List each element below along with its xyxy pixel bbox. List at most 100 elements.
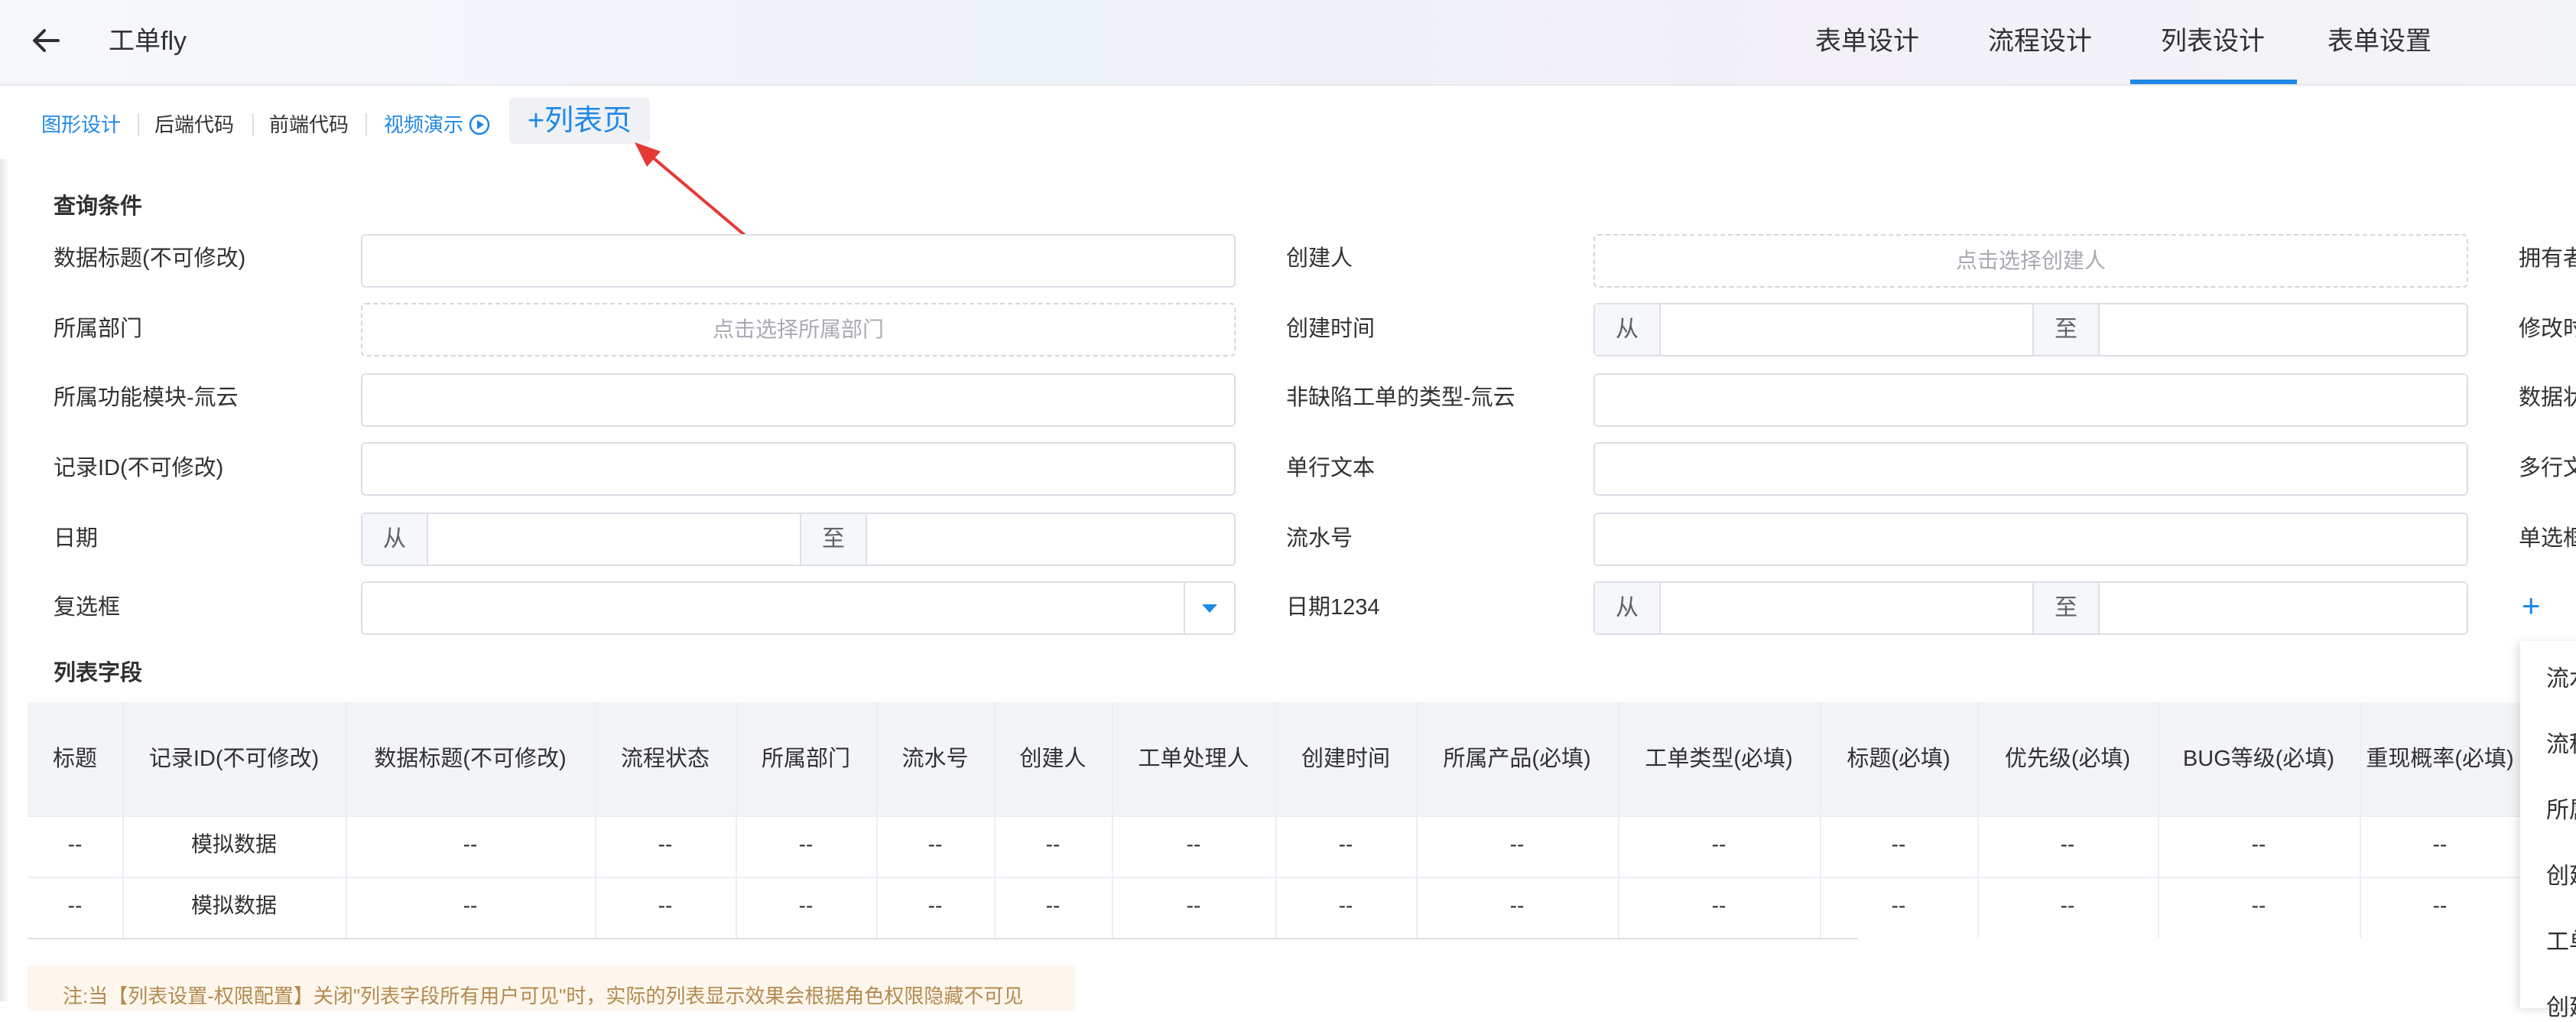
created-time-range[interactable]: 从 至	[1593, 303, 2468, 356]
column-header[interactable]: 标题(必填)	[1820, 702, 1977, 815]
serial-no-input[interactable]	[1593, 513, 2468, 566]
table-cell: --	[67, 832, 83, 856]
video-demo-link[interactable]: 视频演示	[384, 112, 463, 138]
table-cell: --	[2060, 893, 2075, 917]
toolbar-divider	[252, 113, 254, 136]
column-header[interactable]: 数据标题(不可修改)	[346, 702, 595, 815]
table-cell: --	[658, 832, 673, 856]
dropdown-item[interactable]: 工单处理人	[2546, 923, 2576, 956]
range-to-label: 至	[800, 514, 867, 565]
app-title: 工单fly	[109, 27, 187, 56]
table-cell: --	[463, 832, 478, 856]
checkbox-select[interactable]	[361, 581, 1236, 635]
table-cell: --	[463, 893, 478, 917]
dropdown-item[interactable]: 所属部门	[2546, 791, 2576, 825]
dropdown-item[interactable]: 创建时间	[2546, 988, 2576, 1022]
table-cell: --	[1711, 893, 1727, 917]
label-checkbox: 复选框	[54, 595, 121, 620]
label-creator: 创建人	[1286, 246, 1353, 271]
table-cell: --	[927, 832, 943, 856]
column-header[interactable]: 流水号	[876, 702, 994, 815]
column-header[interactable]: 工单类型(必填)	[1618, 702, 1820, 815]
table-cell: --	[1891, 893, 1906, 917]
date1234-range[interactable]: 从 至	[1593, 581, 2468, 635]
tab-flow-design[interactable]: 流程设计	[1988, 23, 2092, 60]
backend-code-link[interactable]: 后端代码	[154, 112, 234, 138]
column-header[interactable]: 创建时间	[1275, 702, 1416, 815]
column-header[interactable]: 创建人	[994, 702, 1112, 815]
column-header[interactable]: 标题	[28, 702, 122, 815]
play-circle-icon[interactable]	[468, 113, 491, 140]
column-header[interactable]: 所属部门	[736, 702, 876, 815]
module-input[interactable]	[361, 373, 1236, 427]
tab-form-settings[interactable]: 表单设置	[2327, 23, 2431, 60]
add-list-page-button[interactable]: +列表页	[509, 98, 650, 144]
dropdown-item[interactable]: 流水号	[2546, 659, 2576, 693]
label-created-time: 创建时间	[1286, 317, 1376, 341]
table-cell: --	[798, 832, 814, 856]
table-cell: --	[1509, 893, 1525, 917]
table-cell: --	[2060, 832, 2075, 856]
label-department: 所属部门	[54, 317, 143, 341]
table-cell: --	[2432, 832, 2448, 856]
column-header[interactable]: 记录ID(不可修改)	[122, 702, 346, 815]
select-divider	[1184, 583, 1185, 633]
label-single-text: 单行文本	[1286, 456, 1376, 480]
column-header[interactable]: BUG等级(必填)	[2158, 702, 2360, 815]
caret-down-icon[interactable]	[1199, 598, 1220, 622]
graphic-design-link[interactable]: 图形设计	[41, 112, 121, 138]
table-cell: 模拟数据	[190, 893, 277, 917]
single-text-input[interactable]	[1593, 442, 2468, 496]
dropdown-item[interactable]: 流程状态	[2546, 725, 2576, 759]
table-cell: --	[798, 893, 814, 917]
label-single-choice: 单选框	[2519, 526, 2576, 551]
column-header[interactable]: 流程状态	[595, 702, 736, 815]
column-header[interactable]: 工单处理人	[1112, 702, 1275, 815]
tab-form-design[interactable]: 表单设计	[1815, 23, 1919, 60]
table-cell: --	[2251, 832, 2266, 856]
label-multi-text: 多行文	[2519, 456, 2576, 480]
record-id-input[interactable]	[361, 442, 1236, 496]
table-cell: --	[1891, 832, 1906, 856]
date-range-input[interactable]: 从 至	[361, 513, 1236, 566]
non-defect-type-input[interactable]	[1593, 373, 2468, 427]
query-section-title: 查询条件	[54, 194, 143, 219]
table-cell: --	[1186, 832, 1201, 856]
table-cell: --	[1045, 893, 1061, 917]
column-header[interactable]: 重现概率(必填)	[2360, 702, 2520, 815]
label-data-status: 数据状	[2519, 386, 2576, 410]
table-cell: --	[2432, 893, 2448, 917]
table-bottom-border	[28, 938, 1858, 939]
range-from-label: 从	[362, 514, 428, 565]
table-cell: --	[2251, 893, 2266, 917]
table-cell: --	[1045, 832, 1061, 856]
creator-picker[interactable]: 点击选择创建人	[1593, 234, 2468, 288]
table-cell: --	[927, 893, 943, 917]
range-to-label: 至	[2032, 583, 2100, 633]
department-picker[interactable]: 点击选择所属部门	[361, 303, 1236, 356]
table-cell: --	[1711, 832, 1727, 856]
label-module: 所属功能模块-氚云	[54, 386, 239, 410]
dropdown-item[interactable]: 创建人	[2546, 857, 2576, 890]
back-arrow-icon[interactable]	[28, 21, 66, 60]
label-data-title: 数据标题(不可修改)	[54, 246, 246, 271]
label-modified-time: 修改时	[2519, 317, 2576, 341]
toolbar-divider	[365, 113, 367, 136]
range-to-label: 至	[2032, 304, 2100, 355]
table-cell: --	[1186, 893, 1201, 917]
tab-list-design[interactable]: 列表设计	[2161, 23, 2265, 60]
label-date1234: 日期1234	[1286, 595, 1380, 620]
column-header[interactable]: 优先级(必填)	[1977, 702, 2158, 815]
label-record-id: 记录ID(不可修改)	[54, 456, 224, 480]
range-from-label: 从	[1595, 583, 1661, 633]
data-title-input[interactable]	[361, 234, 1236, 288]
permission-note: 注:当【列表设置-权限配置】关闭"列表字段所有用户可见"时，实际的列表显示效果会…	[28, 965, 1075, 1011]
label-date: 日期	[54, 526, 99, 551]
column-header[interactable]: 所属产品(必填)	[1416, 702, 1618, 815]
add-condition-button[interactable]: +	[2522, 589, 2576, 623]
table-cell: 模拟数据	[190, 832, 277, 856]
frontend-code-link[interactable]: 前端代码	[269, 112, 349, 138]
range-from-label: 从	[1595, 304, 1661, 355]
label-owner: 拥有者	[2519, 246, 2576, 271]
table-cell: --	[658, 893, 673, 917]
